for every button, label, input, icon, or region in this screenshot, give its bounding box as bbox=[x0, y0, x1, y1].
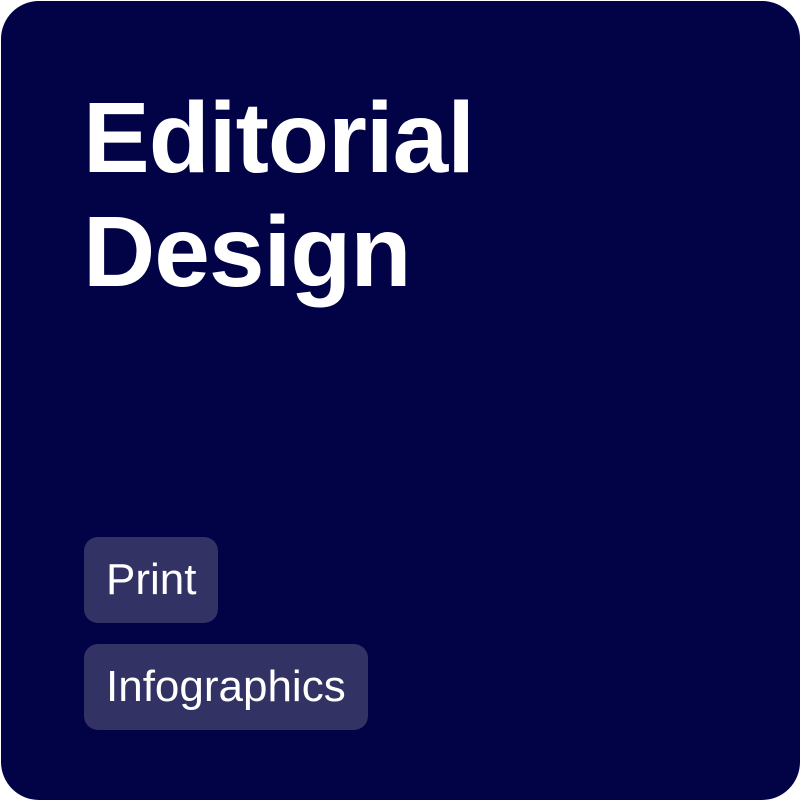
card-title: Editorial Design bbox=[83, 81, 475, 309]
card-title-line-2: Design bbox=[83, 196, 411, 308]
tag-list: Print Infographics bbox=[84, 537, 368, 730]
editorial-design-card[interactable]: Editorial Design Print Infographics bbox=[1, 1, 800, 800]
card-title-line-1: Editorial bbox=[83, 82, 475, 194]
tag-print: Print bbox=[84, 537, 219, 623]
tag-infographics: Infographics bbox=[84, 644, 368, 730]
